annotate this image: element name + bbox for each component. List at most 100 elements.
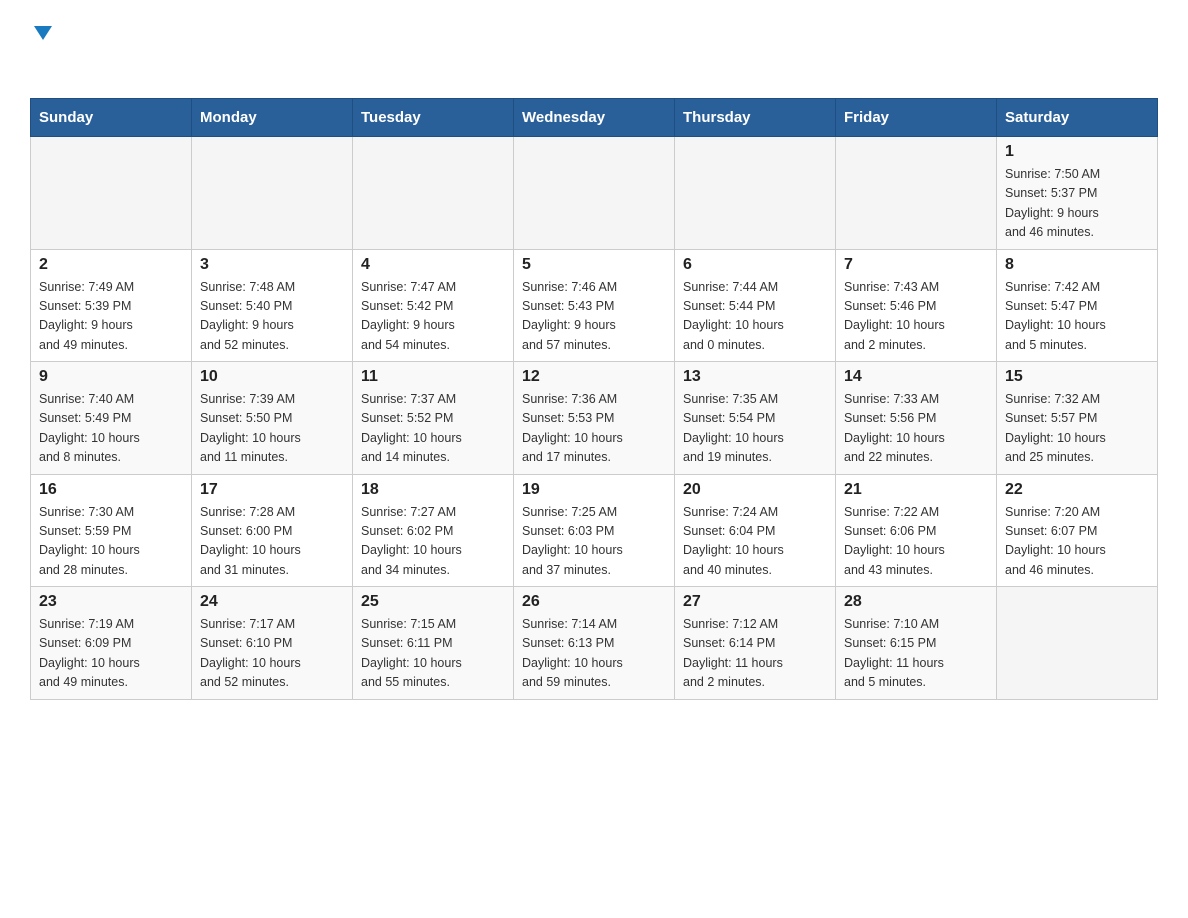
- day-number: 18: [361, 481, 505, 499]
- day-info: Sunrise: 7:24 AMSunset: 6:04 PMDaylight:…: [683, 503, 827, 581]
- day-number: 6: [683, 256, 827, 274]
- day-number: 20: [683, 481, 827, 499]
- day-info: Sunrise: 7:25 AMSunset: 6:03 PMDaylight:…: [522, 503, 666, 581]
- day-info: Sunrise: 7:32 AMSunset: 5:57 PMDaylight:…: [1005, 390, 1149, 468]
- day-number: 23: [39, 593, 183, 611]
- calendar-cell: 9 Sunrise: 7:40 AMSunset: 5:49 PMDaylight…: [31, 362, 192, 475]
- calendar-week-row: 1 Sunrise: 7:50 AMSunset: 5:37 PMDaylight…: [31, 137, 1158, 250]
- weekday-header-sunday: Sunday: [31, 99, 192, 137]
- day-info: Sunrise: 7:36 AMSunset: 5:53 PMDaylight:…: [522, 390, 666, 468]
- weekday-header-friday: Friday: [836, 99, 997, 137]
- weekday-header-row: SundayMondayTuesdayWednesdayThursdayFrid…: [31, 99, 1158, 137]
- calendar-cell: 20 Sunrise: 7:24 AMSunset: 6:04 PMDayligh…: [675, 474, 836, 587]
- calendar-cell: 1 Sunrise: 7:50 AMSunset: 5:37 PMDaylight…: [997, 137, 1158, 250]
- day-info: Sunrise: 7:39 AMSunset: 5:50 PMDaylight:…: [200, 390, 344, 468]
- calendar-week-row: 2Sunrise: 7:49 AMSunset: 5:39 PMDaylight…: [31, 249, 1158, 362]
- day-info: Sunrise: 7:44 AMSunset: 5:44 PMDaylight:…: [683, 278, 827, 356]
- day-number: 7: [844, 256, 988, 274]
- day-number: 8: [1005, 256, 1149, 274]
- calendar-cell: 18 Sunrise: 7:27 AMSunset: 6:02 PMDayligh…: [353, 474, 514, 587]
- calendar-cell: 27Sunrise: 7:12 AMSunset: 6:14 PMDayligh…: [675, 587, 836, 700]
- day-number: 26: [522, 593, 666, 611]
- calendar-cell: [353, 137, 514, 250]
- calendar-cell: [997, 587, 1158, 700]
- day-number: 16: [39, 481, 183, 499]
- day-info: Sunrise: 7:30 AMSunset: 5:59 PMDaylight:…: [39, 503, 183, 581]
- calendar-week-row: 9 Sunrise: 7:40 AMSunset: 5:49 PMDaylight…: [31, 362, 1158, 475]
- day-info: Sunrise: 7:10 AMSunset: 6:15 PMDaylight:…: [844, 615, 988, 693]
- day-info: Sunrise: 7:22 AMSunset: 6:06 PMDaylight:…: [844, 503, 988, 581]
- day-info: Sunrise: 7:28 AMSunset: 6:00 PMDaylight:…: [200, 503, 344, 581]
- calendar-cell: [675, 137, 836, 250]
- weekday-header-monday: Monday: [192, 99, 353, 137]
- day-info: Sunrise: 7:50 AMSunset: 5:37 PMDaylight:…: [1005, 165, 1149, 243]
- day-info: Sunrise: 7:17 AMSunset: 6:10 PMDaylight:…: [200, 615, 344, 693]
- calendar-cell: 10 Sunrise: 7:39 AMSunset: 5:50 PMDayligh…: [192, 362, 353, 475]
- calendar-cell: 25Sunrise: 7:15 AMSunset: 6:11 PMDayligh…: [353, 587, 514, 700]
- calendar-cell: 11 Sunrise: 7:37 AMSunset: 5:52 PMDayligh…: [353, 362, 514, 475]
- day-number: 24: [200, 593, 344, 611]
- day-info: Sunrise: 7:42 AMSunset: 5:47 PMDaylight:…: [1005, 278, 1149, 356]
- day-info: Sunrise: 7:35 AMSunset: 5:54 PMDaylight:…: [683, 390, 827, 468]
- calendar-cell: 16 Sunrise: 7:30 AMSunset: 5:59 PMDayligh…: [31, 474, 192, 587]
- day-info: Sunrise: 7:48 AMSunset: 5:40 PMDaylight:…: [200, 278, 344, 356]
- day-number: 28: [844, 593, 988, 611]
- day-number: 22: [1005, 481, 1149, 499]
- calendar-cell: 5 Sunrise: 7:46 AMSunset: 5:43 PMDaylight…: [514, 249, 675, 362]
- day-info: Sunrise: 7:19 AMSunset: 6:09 PMDaylight:…: [39, 615, 183, 693]
- calendar-cell: 2Sunrise: 7:49 AMSunset: 5:39 PMDaylight…: [31, 249, 192, 362]
- calendar-cell: [514, 137, 675, 250]
- day-info: Sunrise: 7:14 AMSunset: 6:13 PMDaylight:…: [522, 615, 666, 693]
- day-number: 17: [200, 481, 344, 499]
- calendar-cell: 28 Sunrise: 7:10 AMSunset: 6:15 PMDayligh…: [836, 587, 997, 700]
- calendar-cell: 6 Sunrise: 7:44 AMSunset: 5:44 PMDaylight…: [675, 249, 836, 362]
- calendar-cell: [31, 137, 192, 250]
- day-info: Sunrise: 7:20 AMSunset: 6:07 PMDaylight:…: [1005, 503, 1149, 581]
- weekday-header-wednesday: Wednesday: [514, 99, 675, 137]
- day-info: Sunrise: 7:40 AMSunset: 5:49 PMDaylight:…: [39, 390, 183, 468]
- day-number: 4: [361, 256, 505, 274]
- calendar-cell: [836, 137, 997, 250]
- weekday-header-saturday: Saturday: [997, 99, 1158, 137]
- logo: [30, 20, 54, 78]
- page-header: [30, 20, 1158, 78]
- weekday-header-thursday: Thursday: [675, 99, 836, 137]
- calendar-table: SundayMondayTuesdayWednesdayThursdayFrid…: [30, 98, 1158, 700]
- day-info: Sunrise: 7:37 AMSunset: 5:52 PMDaylight:…: [361, 390, 505, 468]
- day-number: 11: [361, 368, 505, 386]
- day-number: 9: [39, 368, 183, 386]
- day-info: Sunrise: 7:46 AMSunset: 5:43 PMDaylight:…: [522, 278, 666, 356]
- day-info: Sunrise: 7:49 AMSunset: 5:39 PMDaylight:…: [39, 278, 183, 356]
- day-number: 10: [200, 368, 344, 386]
- calendar-cell: 13 Sunrise: 7:35 AMSunset: 5:54 PMDayligh…: [675, 362, 836, 475]
- day-number: 14: [844, 368, 988, 386]
- calendar-cell: 4Sunrise: 7:47 AMSunset: 5:42 PMDaylight…: [353, 249, 514, 362]
- day-info: Sunrise: 7:12 AMSunset: 6:14 PMDaylight:…: [683, 615, 827, 693]
- logo-arrow-icon: [32, 22, 54, 44]
- calendar-cell: 8 Sunrise: 7:42 AMSunset: 5:47 PMDaylight…: [997, 249, 1158, 362]
- calendar-cell: 26 Sunrise: 7:14 AMSunset: 6:13 PMDayligh…: [514, 587, 675, 700]
- day-number: 3: [200, 256, 344, 274]
- calendar-cell: 21 Sunrise: 7:22 AMSunset: 6:06 PMDayligh…: [836, 474, 997, 587]
- day-number: 15: [1005, 368, 1149, 386]
- day-info: Sunrise: 7:27 AMSunset: 6:02 PMDaylight:…: [361, 503, 505, 581]
- day-number: 25: [361, 593, 505, 611]
- day-number: 12: [522, 368, 666, 386]
- calendar-cell: 7 Sunrise: 7:43 AMSunset: 5:46 PMDaylight…: [836, 249, 997, 362]
- day-number: 5: [522, 256, 666, 274]
- calendar-cell: 14 Sunrise: 7:33 AMSunset: 5:56 PMDayligh…: [836, 362, 997, 475]
- day-number: 1: [1005, 143, 1149, 161]
- day-info: Sunrise: 7:33 AMSunset: 5:56 PMDaylight:…: [844, 390, 988, 468]
- weekday-header-tuesday: Tuesday: [353, 99, 514, 137]
- calendar-cell: [192, 137, 353, 250]
- day-number: 13: [683, 368, 827, 386]
- day-number: 21: [844, 481, 988, 499]
- calendar-cell: 23 Sunrise: 7:19 AMSunset: 6:09 PMDayligh…: [31, 587, 192, 700]
- day-number: 19: [522, 481, 666, 499]
- day-info: Sunrise: 7:43 AMSunset: 5:46 PMDaylight:…: [844, 278, 988, 356]
- calendar-week-row: 23 Sunrise: 7:19 AMSunset: 6:09 PMDayligh…: [31, 587, 1158, 700]
- calendar-cell: 15 Sunrise: 7:32 AMSunset: 5:57 PMDayligh…: [997, 362, 1158, 475]
- calendar-week-row: 16 Sunrise: 7:30 AMSunset: 5:59 PMDayligh…: [31, 474, 1158, 587]
- calendar-cell: 3 Sunrise: 7:48 AMSunset: 5:40 PMDaylight…: [192, 249, 353, 362]
- calendar-cell: 19 Sunrise: 7:25 AMSunset: 6:03 PMDayligh…: [514, 474, 675, 587]
